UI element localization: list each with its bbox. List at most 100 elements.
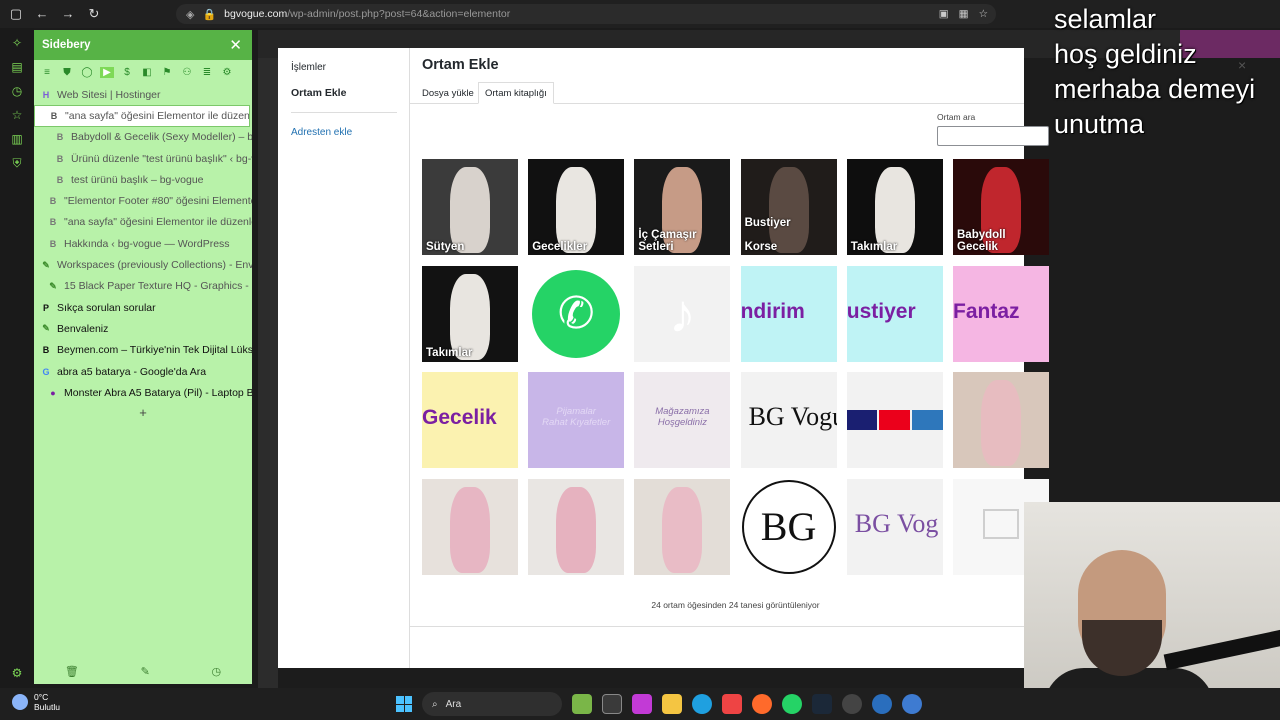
sidebery-tab[interactable]: ✎ Workspaces (previously Collections) - E…: [34, 254, 252, 275]
sidebery-tab[interactable]: ✎ Benvaleniz: [34, 318, 252, 339]
sidebery-tab[interactable]: B "Elementor Footer #80" öğesini Elemento…: [34, 190, 252, 211]
settings-gear-icon[interactable]: ⚙: [12, 666, 23, 680]
menu-item-insert-media[interactable]: Ortam Ekle: [291, 87, 346, 99]
tab-label: 15 Black Paper Texture HQ - Graphics - E…: [64, 280, 252, 293]
sidebery-tab[interactable]: B Ürünü düzenle "test ürünü başlık" ‹ bg-…: [34, 148, 252, 169]
obs-app-icon[interactable]: [842, 694, 862, 714]
shield-icon[interactable]: ◈: [186, 8, 194, 21]
media-item[interactable]: Gecelik: [422, 372, 518, 468]
bookmarks-icon[interactable]: ☆: [12, 108, 23, 122]
clock-icon[interactable]: ◷: [212, 665, 222, 678]
media-search-input[interactable]: [937, 126, 1049, 146]
media-item[interactable]: Babydoll Gecelik: [953, 159, 1049, 255]
panel-icon-10[interactable]: ⚙: [220, 67, 234, 78]
screenshot-icon[interactable]: ▣: [939, 8, 949, 20]
panel-icon-9[interactable]: ≣: [200, 67, 214, 78]
media-item[interactable]: Takımlar: [846, 159, 943, 255]
task-view-icon[interactable]: [602, 694, 622, 714]
sparkle-icon[interactable]: ✧: [12, 36, 22, 50]
media-item[interactable]: Pijamalar Rahat Kıyafetler: [528, 372, 625, 468]
panel-icon-4[interactable]: ▶: [100, 66, 114, 78]
shield-extension-icon[interactable]: ⛨: [12, 156, 21, 171]
media-item[interactable]: [953, 372, 1049, 468]
store-app-icon[interactable]: [632, 694, 652, 714]
bookmark-star-icon[interactable]: ☆: [979, 8, 988, 20]
media-item[interactable]: İç Çamaşır Setleri: [634, 159, 731, 255]
overlay-line-4: unutma: [1054, 109, 1145, 139]
taskbar-search[interactable]: ⌕ Ara: [422, 692, 562, 716]
notes-app-icon[interactable]: [722, 694, 742, 714]
panel-icon-7[interactable]: ⚑: [160, 67, 174, 78]
pin-icon[interactable]: ✎: [141, 665, 150, 678]
media-item[interactable]: Fantaz: [953, 265, 1049, 362]
sidebery-tab[interactable]: B Beymen.com – Türkiye'nin Tek Dijital Lü…: [34, 340, 252, 361]
media-item[interactable]: [422, 478, 518, 575]
weather-widget[interactable]: 0°C Bulutlu: [12, 692, 60, 712]
tiktok-logo-icon: ♪: [668, 283, 696, 344]
address-bar-tools: ▣ ▦ ☆: [939, 8, 988, 20]
media-item[interactable]: ndirim: [740, 265, 837, 362]
media-item[interactable]: [528, 478, 625, 575]
media-item[interactable]: Takımlar: [422, 265, 518, 362]
sidebery-footer: 🗑 ✎ ◷: [34, 665, 252, 678]
panel-icon-3[interactable]: ◯: [80, 67, 94, 78]
sidebery-tab[interactable]: ✎ 15 Black Paper Texture HQ - Graphics - …: [34, 276, 252, 297]
sidebery-tab[interactable]: B "ana sayfa" öğesini Elementor ile düzen…: [34, 105, 250, 127]
widgets-app-icon[interactable]: [572, 694, 592, 714]
media-item[interactable]: BG Vogue: [740, 372, 837, 468]
tab-media-library[interactable]: Ortam kitaplığı: [478, 82, 554, 104]
sidebery-tab[interactable]: Btest ürünü başlık – bg-vogue: [34, 169, 252, 190]
sidebery-tab[interactable]: B Hakkında ‹ bg-vogue — WordPress: [34, 233, 252, 254]
address-bar[interactable]: ◈ 🔒 bgvogue.com/wp-admin/post.php?post=6…: [176, 4, 996, 24]
edge-browser-icon[interactable]: [692, 694, 712, 714]
media-item[interactable]: [846, 372, 943, 468]
sidebar-toggle-icon[interactable]: ▢: [8, 6, 24, 22]
media-item[interactable]: ♪: [634, 265, 731, 362]
lock-icon[interactable]: 🔒: [202, 8, 216, 21]
trash-icon[interactable]: 🗑: [65, 665, 79, 678]
sidebery-tab[interactable]: B "ana sayfa" öğesini Elementor ile düzen…: [34, 212, 252, 233]
panel-icon-2[interactable]: ⛊: [60, 67, 74, 78]
forward-icon[interactable]: →: [60, 6, 76, 22]
media-item[interactable]: BG Vog: [846, 478, 943, 575]
menu-item-insert-from-url[interactable]: Adresten ekle: [291, 127, 352, 138]
sidebery-tab[interactable]: P Sıkça sorulan sorular: [34, 297, 252, 318]
reload-icon[interactable]: ↻: [86, 6, 102, 22]
whatsapp-app-icon[interactable]: [782, 694, 802, 714]
firefox-icon[interactable]: [752, 694, 772, 714]
panel-icon-1[interactable]: ≡: [40, 67, 54, 78]
close-icon[interactable]: ✕: [229, 36, 242, 54]
media-item[interactable]: Sütyen: [422, 159, 518, 255]
media-item[interactable]: Gecelikler: [528, 159, 625, 255]
panel-icon-5[interactable]: $: [120, 67, 134, 78]
sidebery-tab[interactable]: B Babydoll & Gecelik (Sexy Modeller) – bg: [34, 127, 252, 148]
file-explorer-icon[interactable]: [662, 694, 682, 714]
sidebery-tab[interactable]: H Web Sitesi | Hostinger: [34, 84, 252, 105]
tab-favicon-icon: B: [50, 110, 58, 121]
elementor-sidebar: [258, 58, 278, 688]
panel-icon-6[interactable]: ◧: [140, 67, 154, 78]
panel-icon-8[interactable]: ⚇: [180, 67, 194, 78]
overlay-line-1: selamlar: [1054, 4, 1157, 34]
extensions-icon[interactable]: ▦: [959, 8, 969, 20]
panel-icon[interactable]: ▤: [11, 60, 22, 74]
history-icon[interactable]: ◷: [12, 84, 22, 98]
media-item[interactable]: BG: [740, 478, 837, 575]
new-tab-button[interactable]: +: [34, 405, 252, 420]
qbittorrent-app-icon[interactable]: [902, 694, 922, 714]
media-item[interactable]: Bustiyer Korse: [740, 159, 837, 255]
steam-app-icon[interactable]: [812, 694, 832, 714]
tab-upload-files[interactable]: Dosya yükle: [416, 82, 480, 104]
modal-footer: [410, 626, 1024, 627]
sidebery-tab[interactable]: Gabra a5 batarya - Google'da Ara: [34, 361, 252, 382]
back-icon[interactable]: ←: [34, 6, 50, 22]
app-icon[interactable]: [872, 694, 892, 714]
media-caption: Sütyen: [426, 240, 465, 253]
windows-start-icon[interactable]: [396, 696, 412, 712]
media-item[interactable]: Mağazamıza Hoşgeldiniz: [634, 372, 731, 468]
media-item[interactable]: [634, 478, 731, 575]
media-item[interactable]: ✆: [528, 265, 625, 362]
media-item[interactable]: ustiyer: [846, 265, 943, 362]
sidebery-icon[interactable]: ▥: [11, 132, 22, 146]
sidebery-tab[interactable]: ● Monster Abra A5 Batarya (Pil) - Laptop …: [34, 382, 252, 403]
